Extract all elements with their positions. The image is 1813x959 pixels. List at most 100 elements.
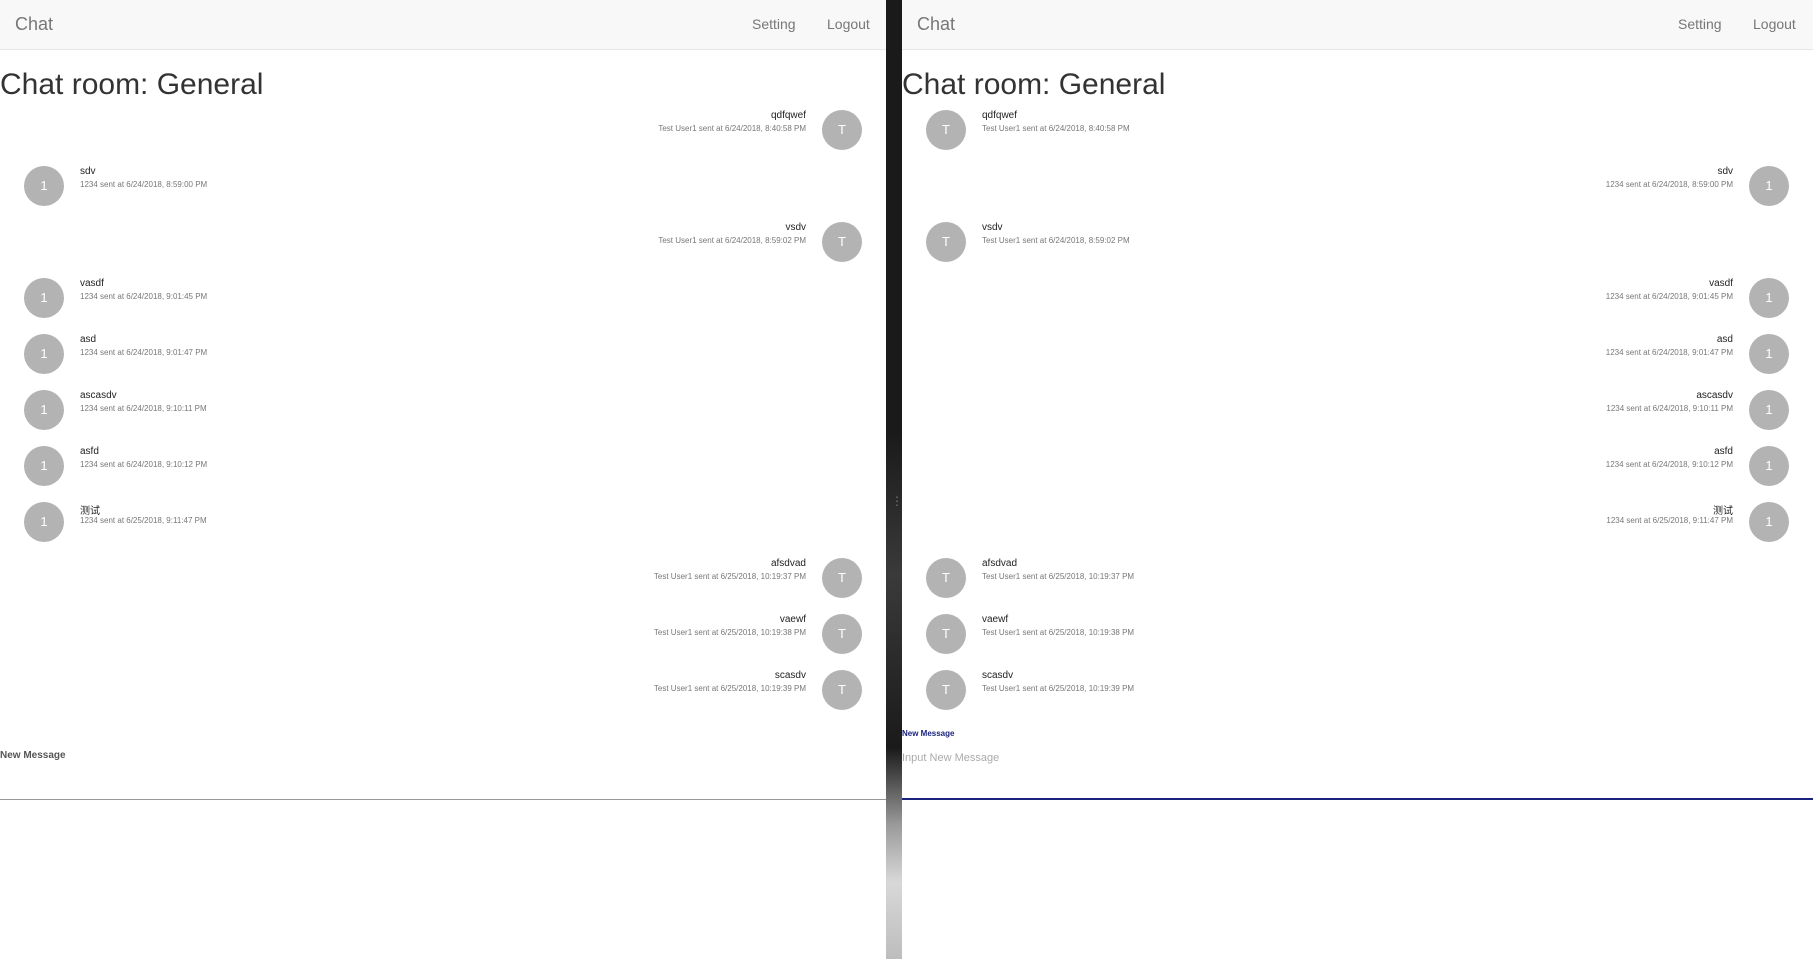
avatar: 1	[24, 502, 64, 542]
message-meta: 1234 sent at 6/24/2018, 9:10:11 PM	[80, 404, 207, 413]
avatar: T	[822, 614, 862, 654]
message-text: vasdf	[1709, 278, 1733, 289]
message-meta: 1234 sent at 6/24/2018, 9:10:11 PM	[1606, 404, 1733, 413]
message-text: vsdv	[982, 222, 1003, 233]
input-underline	[902, 798, 1813, 800]
message-item: 1 asd 1234 sent at 6/24/2018, 9:01:47 PM	[1469, 334, 1789, 376]
message-text: qdfqwef	[982, 110, 1018, 121]
message-meta: 1234 sent at 6/24/2018, 9:01:47 PM	[80, 348, 208, 357]
message-item: 1 ascasdv 1234 sent at 6/24/2018, 9:10:11 …	[1469, 390, 1789, 432]
message-meta: Test User1 sent at 6/24/2018, 8:59:02 PM	[658, 236, 806, 245]
chat-window-left: Chat Setting Logout Chat room: General T…	[0, 0, 886, 959]
message-meta: Test User1 sent at 6/24/2018, 8:40:58 PM	[982, 124, 1130, 133]
new-message-input[interactable]	[0, 770, 886, 788]
message-meta: Test User1 sent at 6/24/2018, 8:59:02 PM	[982, 236, 1130, 245]
message-text: vaewf	[779, 614, 806, 625]
logout-link[interactable]: Logout	[1753, 16, 1796, 32]
message-text: scasdv	[774, 670, 806, 681]
message-item: 1 ascasdv 1234 sent at 6/24/2018, 9:10:11 …	[24, 390, 344, 432]
message-text: 测试	[1713, 506, 1733, 517]
input-underline	[0, 799, 886, 800]
message-item: Tqdfqwef Test User1 sent at 6/24/2018, 8:…	[542, 110, 862, 152]
message-meta: Test User1 sent at 6/25/2018, 10:19:39 P…	[982, 684, 1135, 693]
message-item: 1 asfd 1234 sent at 6/24/2018, 9:10:12 PM	[1469, 446, 1789, 488]
message-item: Tvsdv Test User1 sent at 6/24/2018, 8:59:…	[542, 222, 862, 264]
message-text: vsdv	[785, 222, 806, 233]
message-meta: 1234 sent at 6/24/2018, 9:01:45 PM	[1605, 292, 1733, 301]
message-meta: 1234 sent at 6/25/2018, 9:11:47 PM	[1606, 516, 1733, 525]
message-text: qdfqwef	[770, 110, 806, 121]
avatar: T	[926, 670, 966, 710]
message-meta: 1234 sent at 6/24/2018, 8:59:00 PM	[1605, 180, 1733, 189]
avatar: 1	[1749, 446, 1789, 486]
message-item: Tscasdv Test User1 sent at 6/25/2018, 10:…	[926, 670, 1246, 712]
avatar: 1	[24, 446, 64, 486]
message-item: Tafsdvad Test User1 sent at 6/25/2018, 10…	[542, 558, 862, 600]
message-item: 1 vasdf 1234 sent at 6/24/2018, 9:01:45 PM	[1469, 278, 1789, 320]
message-meta: 1234 sent at 6/24/2018, 8:59:00 PM	[80, 180, 208, 189]
message-meta: Test User1 sent at 6/25/2018, 10:19:37 P…	[982, 572, 1135, 581]
setting-link[interactable]: Setting	[752, 16, 796, 32]
message-text: ascasdv	[1696, 390, 1733, 401]
message-meta: 1234 sent at 6/24/2018, 9:10:12 PM	[1605, 460, 1733, 469]
message-item: Tvaewf Test User1 sent at 6/25/2018, 10:1…	[926, 614, 1246, 656]
avatar: T	[822, 222, 862, 262]
page-title: Chat room: General	[0, 68, 264, 101]
message-meta: 1234 sent at 6/25/2018, 9:11:47 PM	[80, 516, 207, 525]
window-divider[interactable]: ⋮	[886, 0, 903, 959]
message-meta: 1234 sent at 6/24/2018, 9:01:45 PM	[80, 292, 208, 301]
message-meta: 1234 sent at 6/24/2018, 9:01:47 PM	[1605, 348, 1733, 357]
message-text: scasdv	[982, 670, 1014, 681]
navbar: Chat Setting Logout	[902, 0, 1813, 50]
avatar: 1	[1749, 502, 1789, 542]
avatar: 1	[24, 334, 64, 374]
avatar: 1	[1749, 390, 1789, 430]
message-text: 测试	[80, 506, 100, 517]
message-text: asfd	[1714, 446, 1733, 457]
message-text: vasdf	[80, 278, 104, 289]
avatar: T	[926, 614, 966, 654]
new-message-input[interactable]	[902, 749, 1813, 767]
message-item: Tafsdvad Test User1 sent at 6/25/2018, 10…	[926, 558, 1246, 600]
message-meta: Test User1 sent at 6/25/2018, 10:19:38 P…	[982, 628, 1135, 637]
message-text: vaewf	[982, 614, 1009, 625]
message-item: Tscasdv Test User1 sent at 6/25/2018, 10:…	[542, 670, 862, 712]
new-message-label: New Message	[0, 750, 66, 761]
message-item: Tqdfqwef Test User1 sent at 6/24/2018, 8:…	[926, 110, 1246, 152]
message-meta: Test User1 sent at 6/24/2018, 8:40:58 PM	[658, 124, 806, 133]
message-text: asfd	[80, 446, 99, 457]
avatar: 1	[1749, 166, 1789, 206]
avatar: T	[926, 222, 966, 262]
avatar: 1	[1749, 278, 1789, 318]
message-text: ascasdv	[80, 390, 117, 401]
setting-link[interactable]: Setting	[1678, 16, 1722, 32]
message-item: 1 asd 1234 sent at 6/24/2018, 9:01:47 PM	[24, 334, 344, 376]
message-text: sdv	[80, 166, 96, 177]
message-meta: Test User1 sent at 6/25/2018, 10:19:38 P…	[653, 628, 806, 637]
message-text: asd	[1716, 334, 1733, 345]
message-meta: Test User1 sent at 6/25/2018, 10:19:39 P…	[653, 684, 806, 693]
message-text: sdv	[1717, 166, 1733, 177]
avatar: 1	[24, 166, 64, 206]
page-title: Chat room: General	[902, 68, 1166, 101]
chat-window-right: Chat Setting Logout Chat room: General T…	[902, 0, 1813, 959]
message-item: 1 测试 1234 sent at 6/25/2018, 9:11:47 PM	[24, 502, 344, 544]
avatar: T	[822, 110, 862, 150]
navbar-brand[interactable]: Chat	[917, 14, 955, 35]
message-item: 1 sdv 1234 sent at 6/24/2018, 8:59:00 PM	[24, 166, 344, 208]
message-item: Tvaewf Test User1 sent at 6/25/2018, 10:1…	[542, 614, 862, 656]
message-text: asd	[80, 334, 97, 345]
avatar: 1	[1749, 334, 1789, 374]
logout-link[interactable]: Logout	[827, 16, 870, 32]
message-item: 1 测试 1234 sent at 6/25/2018, 9:11:47 PM	[1469, 502, 1789, 544]
message-meta: 1234 sent at 6/24/2018, 9:10:12 PM	[80, 460, 208, 469]
avatar: 1	[24, 278, 64, 318]
message-item: 1 asfd 1234 sent at 6/24/2018, 9:10:12 PM	[24, 446, 344, 488]
message-item: Tvsdv Test User1 sent at 6/24/2018, 8:59:…	[926, 222, 1246, 264]
message-text: afsdvad	[982, 558, 1018, 569]
navbar-brand[interactable]: Chat	[15, 14, 53, 35]
avatar: T	[926, 558, 966, 598]
avatar: T	[822, 670, 862, 710]
message-text: afsdvad	[770, 558, 806, 569]
avatar: T	[926, 110, 966, 150]
